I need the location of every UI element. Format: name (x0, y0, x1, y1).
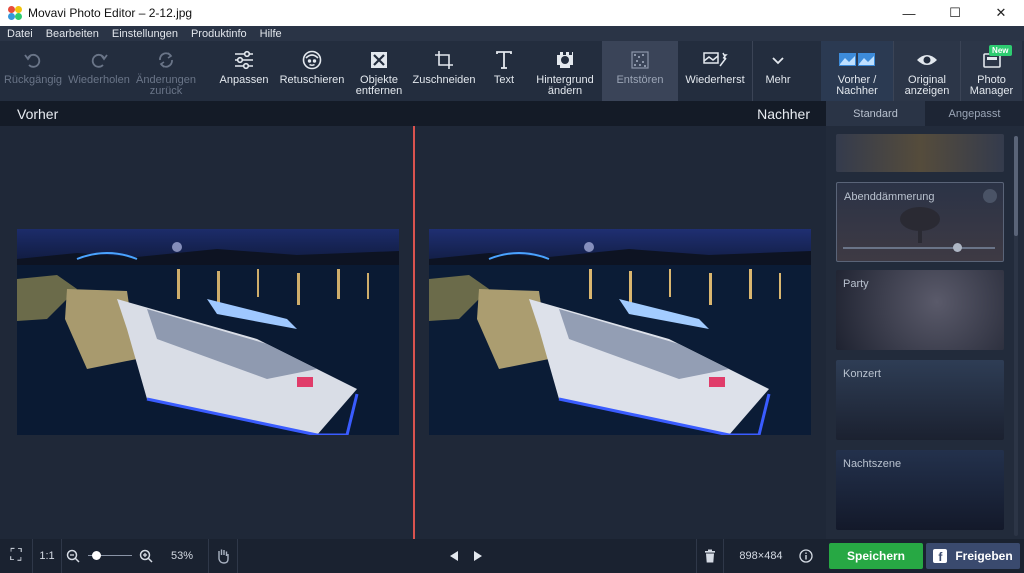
before-after-button[interactable]: Vorher / Nachher (821, 41, 893, 101)
window-title: Movavi Photo Editor – 2-12.jpg (28, 6, 193, 20)
zoom-slider[interactable] (84, 539, 136, 573)
revert-icon (156, 49, 176, 71)
preset-top-partial[interactable] (836, 134, 1004, 172)
chevron-down-icon (771, 49, 785, 71)
redo-icon (89, 49, 109, 71)
title-bar: Movavi Photo Editor – 2-12.jpg — ☐ ✕ (0, 0, 1024, 26)
preset-options-icon[interactable] (983, 189, 997, 203)
eye-icon (916, 49, 938, 71)
compare-header: Vorher Nachher (0, 101, 826, 126)
undo-button[interactable]: Rückgängig (0, 41, 66, 101)
redo-button[interactable]: Wiederholen (66, 41, 132, 101)
restore-icon (702, 49, 728, 71)
before-after-icon (838, 49, 876, 71)
facebook-icon: f (933, 549, 948, 563)
menu-file[interactable]: Datei (0, 28, 39, 40)
zoom-in-icon (139, 549, 153, 563)
after-label: Nachher (757, 105, 810, 122)
undo-icon (23, 49, 43, 71)
zoom-out-icon (66, 549, 80, 563)
after-photo (429, 229, 811, 435)
remove-objects-icon (369, 49, 389, 71)
save-button[interactable]: Speichern (829, 543, 923, 569)
remove-objects-button[interactable]: Objekte entfernen (350, 41, 408, 101)
next-image-button[interactable] (466, 539, 490, 573)
before-label: Vorher (17, 105, 59, 122)
fit-to-screen-button[interactable]: ⛶ (0, 539, 32, 573)
compare-divider[interactable] (413, 126, 415, 539)
menu-bar: Datei Bearbeiten Einstellungen Produktin… (0, 26, 1024, 41)
hand-tool-button[interactable] (209, 539, 237, 573)
sliders-icon (233, 49, 255, 71)
previous-image-button[interactable] (442, 539, 466, 573)
zoom-out-button[interactable] (62, 539, 84, 573)
presets-tabs: Standard Angepasst (826, 101, 1024, 126)
image-dimensions: 898×484 (739, 550, 783, 562)
trash-icon (705, 549, 715, 563)
presets-panel: Standard Angepasst Abenddämmerung Party … (826, 101, 1024, 539)
change-background-button[interactable]: Hintergrund ändern (528, 41, 602, 101)
next-icon (474, 551, 482, 561)
restore-button[interactable]: Wiederherst (678, 41, 752, 101)
crop-button[interactable]: Zuschneiden (408, 41, 480, 101)
zoom-in-button[interactable] (136, 539, 156, 573)
share-button[interactable]: f Freigeben (926, 543, 1020, 569)
preset-scrollbar-thumb[interactable] (1014, 136, 1018, 236)
image-canvas[interactable] (0, 126, 826, 539)
previous-icon (450, 551, 458, 561)
text-icon (494, 49, 514, 71)
preset-list: Abenddämmerung Party Konzert Nachtszene (826, 126, 1024, 539)
intensity-slider[interactable] (843, 247, 995, 249)
menu-settings[interactable]: Einstellungen (105, 28, 184, 40)
share-label: Freigeben (955, 549, 1013, 563)
revert-changes-button[interactable]: Änderungen zurück (132, 41, 200, 101)
preset-item[interactable]: Abenddämmerung (836, 182, 1004, 262)
show-original-button[interactable]: Original anzeigen (894, 41, 960, 101)
preset-item[interactable]: Party (836, 270, 1004, 350)
intensity-slider-handle[interactable] (953, 243, 962, 252)
new-badge: New (989, 45, 1012, 56)
hand-icon (218, 549, 229, 564)
zoom-slider-handle[interactable] (92, 551, 102, 560)
delete-button[interactable] (697, 539, 723, 573)
preset-item[interactable]: Nachtszene (836, 450, 1004, 530)
photo-manager-button[interactable]: New Photo Manager (961, 41, 1022, 101)
crop-icon (434, 49, 454, 71)
tab-standard[interactable]: Standard (826, 101, 925, 126)
face-icon (301, 49, 323, 71)
adjust-button[interactable]: Anpassen (214, 41, 274, 101)
info-button[interactable] (792, 539, 820, 573)
app-logo-icon (8, 6, 22, 20)
minimize-button[interactable]: — (886, 0, 932, 26)
before-photo (17, 229, 399, 435)
menu-help[interactable]: Hilfe (253, 28, 288, 40)
preset-item[interactable]: Konzert (836, 360, 1004, 440)
tree-thumbnail (900, 207, 940, 243)
more-button[interactable]: Mehr (753, 41, 803, 101)
denoise-button[interactable]: Entstören (602, 41, 678, 101)
actual-size-button[interactable]: 1:1 (33, 539, 61, 573)
toolbar: Rückgängig Wiederholen Änderungen zurück… (0, 41, 1024, 101)
zoom-percent: 53% (170, 550, 194, 562)
close-button[interactable]: ✕ (978, 0, 1024, 26)
background-icon (555, 49, 575, 71)
denoise-icon (630, 49, 650, 71)
menu-edit[interactable]: Bearbeiten (39, 28, 105, 40)
photo-manager-icon: New (982, 45, 1012, 71)
tab-custom[interactable]: Angepasst (925, 101, 1024, 126)
menu-product-info[interactable]: Produktinfo (184, 28, 253, 40)
maximize-button[interactable]: ☐ (932, 0, 978, 26)
retouch-button[interactable]: Retuschieren (274, 41, 350, 101)
info-icon (799, 549, 813, 563)
text-button[interactable]: Text (480, 41, 528, 101)
